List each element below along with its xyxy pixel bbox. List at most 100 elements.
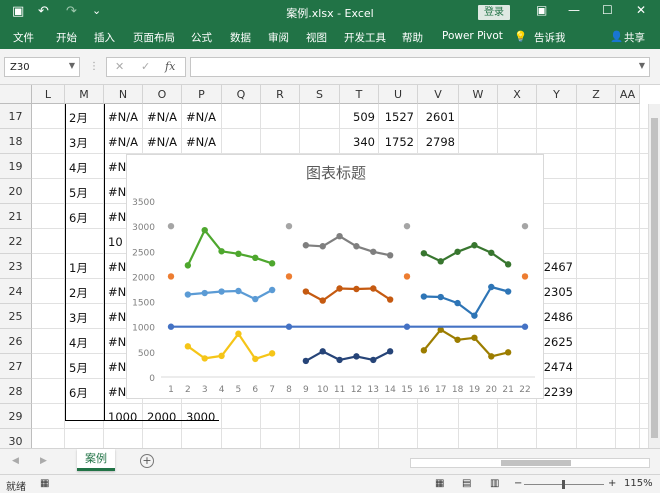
- row-header[interactable]: 21: [0, 204, 32, 229]
- column-header[interactable]: R: [261, 85, 300, 104]
- column-header[interactable]: W: [459, 85, 498, 104]
- cell-m24[interactable]: 2月: [69, 285, 88, 301]
- row-header[interactable]: 30: [0, 429, 32, 448]
- cell-n21[interactable]: #N: [108, 210, 126, 224]
- cell-u18[interactable]: 1752: [381, 135, 414, 149]
- zoom-level[interactable]: 115%: [624, 478, 653, 489]
- tell-me-search[interactable]: 告诉我: [534, 30, 566, 45]
- line-chart[interactable]: 图表标题 0 500 1000 1500 2000 2500 3000 3500 1 2 3 4 5 6 7 8…: [126, 154, 544, 399]
- splitter-dots-icon[interactable]: ⋮: [89, 61, 99, 72]
- vertical-scroll-thumb[interactable]: [651, 118, 658, 438]
- row-header[interactable]: 19: [0, 154, 32, 179]
- zoom-slider-thumb[interactable]: [562, 480, 565, 489]
- cell-n17[interactable]: #N/A: [108, 110, 138, 124]
- column-header[interactable]: S: [300, 85, 340, 104]
- row-header[interactable]: 27: [0, 354, 32, 379]
- column-header[interactable]: N: [104, 85, 143, 104]
- column-header[interactable]: P: [182, 85, 222, 104]
- cell-p18[interactable]: #N/A: [186, 135, 216, 149]
- add-sheet-button[interactable]: +: [140, 454, 154, 468]
- cell-v18[interactable]: 2798: [420, 135, 455, 149]
- cell-u17[interactable]: 1527: [381, 110, 414, 124]
- column-header[interactable]: X: [498, 85, 537, 104]
- page-break-view-icon[interactable]: ▥: [490, 478, 499, 489]
- cell-m18[interactable]: 3月: [69, 135, 88, 151]
- name-box[interactable]: Z30 ▼: [4, 57, 80, 77]
- tab-file[interactable]: 文件: [13, 30, 34, 45]
- column-header[interactable]: Y: [537, 85, 577, 104]
- cell-n28[interactable]: #N: [108, 385, 126, 399]
- tab-power-pivot[interactable]: Power Pivot: [442, 30, 503, 42]
- minimize-button[interactable]: —: [568, 3, 580, 17]
- row-header[interactable]: 26: [0, 329, 32, 354]
- tab-view[interactable]: 视图: [306, 30, 327, 45]
- page-layout-view-icon[interactable]: ▤: [462, 478, 471, 489]
- cell-m19[interactable]: 4月: [69, 160, 88, 176]
- cell-n26[interactable]: #N: [108, 335, 126, 349]
- column-header[interactable]: M: [65, 85, 104, 104]
- cell-m20[interactable]: 5月: [69, 185, 88, 201]
- horizontal-scrollbar[interactable]: [410, 458, 650, 468]
- cell-v17[interactable]: 2601: [420, 110, 455, 124]
- cell-o17[interactable]: #N/A: [147, 110, 177, 124]
- column-header[interactable]: T: [340, 85, 379, 104]
- cell-p29[interactable]: 3000: [186, 410, 215, 424]
- cell-n24[interactable]: #N: [108, 285, 126, 299]
- select-all-corner[interactable]: [0, 85, 32, 104]
- column-header[interactable]: L: [32, 85, 65, 104]
- row-header[interactable]: 25: [0, 304, 32, 329]
- cell-m21[interactable]: 6月: [69, 210, 88, 226]
- cell-m25[interactable]: 3月: [69, 310, 88, 326]
- cell-p17[interactable]: #N/A: [186, 110, 216, 124]
- zoom-out-button[interactable]: −: [514, 478, 522, 489]
- prev-sheet-icon[interactable]: ◀: [12, 456, 19, 466]
- cell-m23[interactable]: 1月: [69, 260, 88, 276]
- close-button[interactable]: ✕: [636, 3, 646, 17]
- enter-icon[interactable]: ✓: [141, 60, 150, 73]
- next-sheet-icon[interactable]: ▶: [40, 456, 47, 466]
- cell-n19[interactable]: #N: [108, 160, 126, 174]
- row-header[interactable]: 20: [0, 179, 32, 204]
- tab-insert[interactable]: 插入: [94, 30, 115, 45]
- column-header[interactable]: V: [418, 85, 459, 104]
- ribbon-display-options-icon[interactable]: ▣: [536, 3, 547, 17]
- tab-formulas[interactable]: 公式: [191, 30, 212, 45]
- macro-record-icon[interactable]: ▦: [40, 478, 49, 489]
- normal-view-icon[interactable]: ▦: [435, 478, 444, 489]
- cell-m28[interactable]: 6月: [69, 385, 88, 401]
- cancel-icon[interactable]: ✕: [115, 60, 124, 73]
- cell-o18[interactable]: #N/A: [147, 135, 177, 149]
- row-header[interactable]: 17: [0, 104, 32, 129]
- cell-n18[interactable]: #N/A: [108, 135, 138, 149]
- row-header[interactable]: 22: [0, 229, 32, 254]
- cell-n23[interactable]: #N: [108, 260, 126, 274]
- cell-o29[interactable]: 2000: [147, 410, 176, 424]
- insert-function-icon[interactable]: fx: [165, 60, 175, 73]
- tab-home[interactable]: 开始: [56, 30, 77, 45]
- tab-developer[interactable]: 开发工具: [344, 30, 386, 45]
- row-header[interactable]: 28: [0, 379, 32, 404]
- column-header[interactable]: Z: [577, 85, 616, 104]
- row-header[interactable]: 23: [0, 254, 32, 279]
- column-header[interactable]: AA: [616, 85, 640, 104]
- login-button[interactable]: 登录: [478, 5, 510, 20]
- cell-m27[interactable]: 5月: [69, 360, 88, 376]
- column-header[interactable]: U: [379, 85, 418, 104]
- expand-formula-bar-icon[interactable]: ▼: [639, 61, 645, 70]
- sheet-tab-active[interactable]: 案例: [77, 449, 115, 471]
- cell-t18[interactable]: 340: [342, 135, 375, 149]
- formula-input[interactable]: ▼: [190, 57, 650, 77]
- cell-m26[interactable]: 4月: [69, 335, 88, 351]
- tab-help[interactable]: 帮助: [402, 30, 423, 45]
- tab-data[interactable]: 数据: [230, 30, 251, 45]
- zoom-in-button[interactable]: +: [608, 478, 616, 489]
- cell-n25[interactable]: #N: [108, 310, 126, 324]
- cell-n22[interactable]: 10: [108, 235, 123, 249]
- cell-n20[interactable]: #N: [108, 185, 126, 199]
- cell-n29[interactable]: 1000: [108, 410, 137, 424]
- cell-t17[interactable]: 509: [342, 110, 375, 124]
- share-button[interactable]: 共享: [624, 30, 645, 45]
- row-header[interactable]: 24: [0, 279, 32, 304]
- vertical-scrollbar[interactable]: [648, 104, 660, 448]
- column-header[interactable]: O: [143, 85, 182, 104]
